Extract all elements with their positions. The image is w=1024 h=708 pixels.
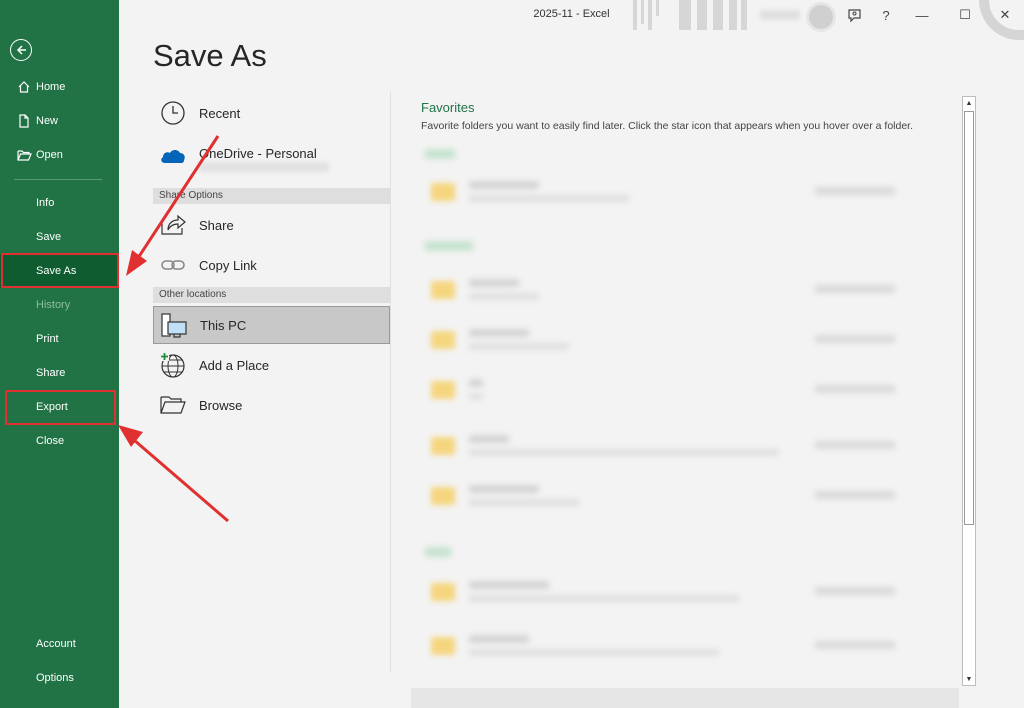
sidebar-item-share[interactable]: Share xyxy=(0,356,119,390)
favorites-panel: Favorites Favorite folders you want to e… xyxy=(411,92,959,704)
sidebar-item-label: Save As xyxy=(36,265,77,277)
open-folder-icon xyxy=(14,149,34,162)
help-button[interactable]: ? xyxy=(872,4,900,26)
sidebar-item-open[interactable]: Open xyxy=(0,138,119,172)
group-heading xyxy=(425,149,455,159)
onedrive-account-email xyxy=(199,162,329,172)
list-item[interactable] xyxy=(425,427,925,467)
column-divider xyxy=(390,92,391,672)
list-item[interactable] xyxy=(425,627,925,667)
sidebar-item-close[interactable]: Close xyxy=(0,424,119,458)
group-heading xyxy=(425,241,473,251)
minimize-button[interactable]: — xyxy=(908,4,936,26)
group-heading xyxy=(425,547,451,557)
list-item[interactable] xyxy=(425,271,925,311)
location-label: OneDrive - Personal xyxy=(199,146,317,161)
sidebar-item-label: New xyxy=(36,115,59,127)
sidebar-item-label: Account xyxy=(36,638,76,650)
share-icon xyxy=(155,214,191,236)
feedback-icon[interactable] xyxy=(840,4,868,26)
globe-plus-icon xyxy=(155,351,191,379)
sidebar-item-label: Open xyxy=(36,149,63,161)
sidebar-item-home[interactable]: Home xyxy=(0,70,119,104)
location-label: This PC xyxy=(200,317,247,333)
sidebar-item-info[interactable]: Info xyxy=(0,186,119,220)
sidebar-item-label: Info xyxy=(36,197,55,209)
scroll-down-icon[interactable]: ▼ xyxy=(963,673,975,685)
list-item[interactable] xyxy=(425,477,925,517)
sidebar-item-label: Close xyxy=(36,435,65,447)
page-title: Save As xyxy=(153,38,267,73)
sidebar-item-label: Home xyxy=(36,81,66,93)
cloud-icon xyxy=(155,146,191,164)
favorites-scrollbar[interactable]: ▲ ▼ xyxy=(962,96,976,686)
list-item[interactable] xyxy=(425,173,925,213)
computer-icon xyxy=(156,312,192,338)
maximize-button[interactable]: ☐ xyxy=(951,4,979,26)
sidebar-item-label: Options xyxy=(36,672,74,684)
blurred-folder-list xyxy=(411,137,959,704)
back-arrow-icon[interactable] xyxy=(10,39,32,61)
new-document-icon xyxy=(14,114,34,128)
arrow-head xyxy=(118,425,143,447)
scroll-up-icon[interactable]: ▲ xyxy=(963,97,975,109)
other-locations-header: Other locations xyxy=(153,287,390,303)
location-label: Browse xyxy=(199,397,243,413)
sidebar-item-save[interactable]: Save xyxy=(0,220,119,254)
home-icon xyxy=(14,80,34,94)
clock-icon xyxy=(155,100,191,126)
location-label: Share xyxy=(199,217,234,233)
sidebar-item-label: History xyxy=(36,299,71,311)
location-label: Recent xyxy=(199,105,241,121)
sidebar-item-label: Save xyxy=(36,231,62,243)
sidebar-item-label: Share xyxy=(36,367,66,379)
sidebar-item-options[interactable]: Options xyxy=(0,661,119,695)
panel-footer xyxy=(411,688,959,708)
location-copy-link[interactable]: Copy Link xyxy=(153,246,390,284)
location-share[interactable]: Share xyxy=(153,206,390,244)
sidebar-item-export[interactable]: Export xyxy=(0,390,119,424)
sidebar-item-new[interactable]: New xyxy=(0,104,119,138)
location-label: Add a Place xyxy=(199,357,270,373)
sidebar-item-account[interactable]: Account xyxy=(0,627,119,661)
account-name xyxy=(760,10,800,20)
backstage-sidebar: Home New Open Info Save Save As History … xyxy=(0,0,119,708)
location-label: Copy Link xyxy=(199,257,257,273)
location-this-pc[interactable]: This PC xyxy=(153,306,390,344)
sidebar-item-save-as[interactable]: Save As xyxy=(0,254,119,288)
folder-open-icon xyxy=(155,394,191,416)
sidebar-item-label: Print xyxy=(36,333,59,345)
list-item[interactable] xyxy=(425,573,925,613)
sidebar-item-history: History xyxy=(0,288,119,322)
location-add-place[interactable]: Add a Place xyxy=(153,346,390,384)
save-locations: Recent OneDrive - Personal Share Options… xyxy=(153,92,391,672)
location-recent[interactable]: Recent xyxy=(153,94,390,132)
scrollbar-thumb[interactable] xyxy=(964,111,974,525)
location-browse[interactable]: Browse xyxy=(153,386,390,424)
list-item[interactable] xyxy=(425,371,925,411)
list-item[interactable] xyxy=(425,321,925,361)
favorites-title: Favorites xyxy=(421,100,475,115)
share-options-header: Share Options xyxy=(153,188,390,204)
sidebar-divider xyxy=(14,179,102,180)
link-icon xyxy=(155,258,191,272)
arrow-head xyxy=(126,250,147,276)
close-button[interactable]: ✕ xyxy=(991,4,1019,26)
sidebar-item-label: Export xyxy=(36,401,68,413)
avatar[interactable] xyxy=(806,2,836,32)
sidebar-item-print[interactable]: Print xyxy=(0,322,119,356)
favorites-description: Favorite folders you want to easily find… xyxy=(421,120,914,132)
